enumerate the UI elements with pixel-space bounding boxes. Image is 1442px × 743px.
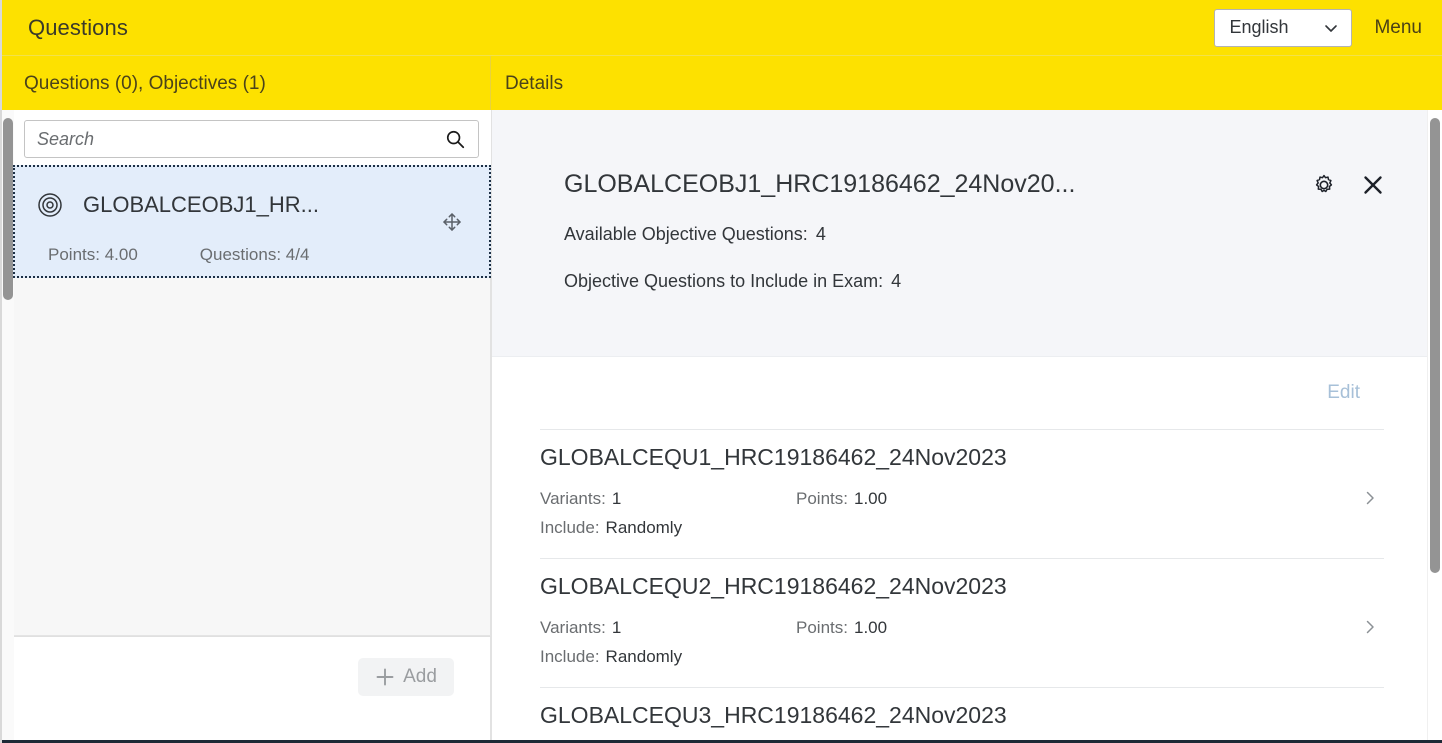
question-include: Include: Randomly <box>540 642 796 671</box>
question-points-label: Points: <box>796 489 848 508</box>
question-variants-label: Variants: <box>540 618 606 637</box>
menu-button[interactable]: Menu <box>1374 17 1430 39</box>
list-item-meta-row: Points: 4.00 Questions: 4/4 <box>48 245 309 265</box>
list-item-primary-row: GLOBALCEOBJ1_HR... <box>37 192 319 218</box>
detail-header-actions <box>1292 173 1384 197</box>
left-panel-content: GLOBALCEOBJ1_HR... Points: 4.00 Question… <box>13 110 491 743</box>
question-points-value: 1.00 <box>853 489 888 508</box>
question-include-value: Randomly <box>605 647 683 666</box>
chevron-right-icon[interactable] <box>1362 619 1378 635</box>
question-variants-value: 1 <box>611 618 622 637</box>
question-points: Points: 1.00 <box>796 484 887 513</box>
app-root: Questions English Menu Questions (0), Ob… <box>0 0 1442 743</box>
detail-field-available-questions: Available Objective Questions: 4 <box>564 224 826 245</box>
question-points-label: Points: <box>796 618 848 637</box>
question-points-value: 1.00 <box>853 618 888 637</box>
sub-header-right: Details <box>491 56 1442 111</box>
question-include-label: Include: <box>540 647 600 666</box>
question-title: GLOBALCEQU1_HRC19186462_24Nov2023 <box>540 444 1007 470</box>
close-icon[interactable] <box>1362 174 1384 196</box>
question-title: GLOBALCEQU2_HRC19186462_24Nov2023 <box>540 573 1007 599</box>
question-variants: Variants: 1 <box>540 484 796 513</box>
list-item-questions: Questions: 4/4 <box>199 245 310 264</box>
edit-row: Edit <box>540 357 1384 429</box>
chevron-down-icon <box>1309 20 1339 36</box>
language-select[interactable]: English <box>1214 8 1353 47</box>
target-icon <box>37 192 63 218</box>
page-title: Questions <box>28 14 128 40</box>
left-panel-footer: Add <box>14 636 491 743</box>
question-row[interactable]: GLOBALCEQU3_HRC19186462_24Nov2023 Varian… <box>540 687 1384 743</box>
questions-objectives-title: Questions (0), Objectives (1) <box>24 72 266 94</box>
language-select-value: English <box>1229 17 1289 37</box>
list-item-title: GLOBALCEOBJ1_HR... <box>83 192 319 217</box>
detail-title-row: GLOBALCEOBJ1_HRC19186462_24Nov20... <box>564 170 1384 199</box>
search-icon[interactable] <box>444 128 466 150</box>
question-meta-col-right: Points: 1.00 <box>796 484 887 513</box>
question-meta-col-left: Variants: 1 Include: Randomly <box>540 613 796 671</box>
plus-icon <box>375 667 395 687</box>
add-button-label: Add <box>403 666 437 687</box>
edit-button[interactable]: Edit <box>1327 382 1360 404</box>
detail-field-include-questions: Objective Questions to Include in Exam: 4 <box>564 271 901 292</box>
left-panel: GLOBALCEOBJ1_HR... Points: 4.00 Question… <box>2 110 491 743</box>
question-include-label: Include: <box>540 518 600 537</box>
detail-field-label: Objective Questions to Include in Exam: <box>564 271 884 291</box>
detail-header: GLOBALCEOBJ1_HRC19186462_24Nov20... Avai… <box>492 110 1442 357</box>
search-field[interactable] <box>24 120 479 158</box>
question-meta: Variants: 1 Include: Randomly Points: 1.00 <box>540 484 1384 542</box>
details-title: Details <box>505 72 564 94</box>
shell-bar-actions: English Menu <box>1214 8 1430 47</box>
question-row[interactable]: GLOBALCEQU2_HRC19186462_24Nov2023 Varian… <box>540 558 1384 687</box>
detail-field-value: 4 <box>815 224 826 244</box>
question-meta-col-right: Points: 1.00 <box>796 613 887 642</box>
objectives-list: GLOBALCEOBJ1_HR... Points: 4.00 Question… <box>13 165 491 636</box>
shell-bar: Questions English Menu <box>2 0 1442 55</box>
sub-header-left: Questions (0), Objectives (1) <box>2 56 491 111</box>
detail-panel-scrollbar[interactable] <box>1427 110 1442 743</box>
gear-icon[interactable] <box>1312 173 1336 197</box>
add-button[interactable]: Add <box>358 658 454 696</box>
detail-panel-scrollbar-thumb[interactable] <box>1430 118 1440 573</box>
detail-field-label: Available Objective Questions: <box>564 224 808 244</box>
question-meta: Variants: 1 Include: Randomly Points: 1.00 <box>540 613 1384 671</box>
question-row[interactable]: GLOBALCEQU1_HRC19186462_24Nov2023 Varian… <box>540 429 1384 558</box>
question-variants-label: Variants: <box>540 489 606 508</box>
move-handle-icon[interactable] <box>441 211 463 233</box>
question-meta-col-left: Variants: 1 Include: Randomly <box>540 484 796 542</box>
question-variants: Variants: 1 <box>540 613 796 642</box>
left-panel-scrollbar-thumb[interactable] <box>3 118 13 300</box>
question-title: GLOBALCEQU3_HRC19186462_24Nov2023 <box>540 702 1007 728</box>
detail-field-value: 4 <box>891 271 902 291</box>
sub-header-bar: Questions (0), Objectives (1) Details <box>2 55 1442 111</box>
question-variants-value: 1 <box>611 489 622 508</box>
question-include: Include: Randomly <box>540 513 796 542</box>
question-include-value: Randomly <box>605 518 683 537</box>
list-item-objective[interactable]: GLOBALCEOBJ1_HR... Points: 4.00 Question… <box>13 165 491 278</box>
chevron-right-icon[interactable] <box>1362 490 1378 506</box>
search-input[interactable] <box>37 128 444 150</box>
list-item-points: Points: 4.00 <box>48 245 138 264</box>
detail-title: GLOBALCEOBJ1_HRC19186462_24Nov20... <box>564 170 1076 198</box>
question-points: Points: 1.00 <box>796 613 887 642</box>
detail-body: Edit GLOBALCEQU1_HRC19186462_24Nov2023 V… <box>492 357 1442 743</box>
detail-panel: GLOBALCEOBJ1_HRC19186462_24Nov20... Avai… <box>491 110 1442 743</box>
